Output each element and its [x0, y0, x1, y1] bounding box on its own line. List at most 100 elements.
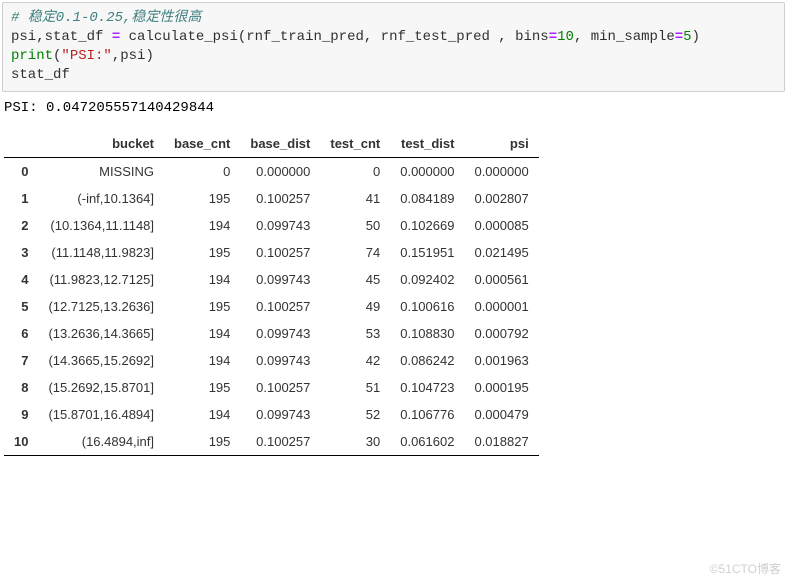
table-row: 3(11.1148,11.9823]1950.100257740.1519510… — [4, 239, 539, 266]
table-body: 0MISSING00.00000000.0000000.0000001(-inf… — [4, 157, 539, 455]
cell-base_cnt: 194 — [164, 212, 240, 239]
cell-bucket: (15.8701,16.4894] — [38, 401, 164, 428]
cell-test_cnt: 45 — [320, 266, 390, 293]
cell-bucket: MISSING — [38, 157, 164, 185]
cell-psi: 0.021495 — [464, 239, 538, 266]
cell-bucket: (-inf,10.1364] — [38, 185, 164, 212]
cell-test_cnt: 42 — [320, 347, 390, 374]
table-row: 7(14.3665,15.2692]1940.099743420.0862420… — [4, 347, 539, 374]
cell-test_cnt: 52 — [320, 401, 390, 428]
cell-test_dist: 0.084189 — [390, 185, 464, 212]
cell-psi: 0.000792 — [464, 320, 538, 347]
code-comment: # 稳定0.1-0.25,稳定性很高 — [11, 10, 201, 26]
cell-test_dist: 0.106776 — [390, 401, 464, 428]
cell-bucket: (11.9823,12.7125] — [38, 266, 164, 293]
print-builtin: print — [11, 48, 53, 64]
cell-test_cnt: 53 — [320, 320, 390, 347]
cell-base_cnt: 195 — [164, 293, 240, 320]
row-index: 3 — [4, 239, 38, 266]
cell-base_cnt: 195 — [164, 239, 240, 266]
cell-test_cnt: 51 — [320, 374, 390, 401]
table-row: 5(12.7125,13.2636]1950.100257490.1006160… — [4, 293, 539, 320]
cell-test_cnt: 0 — [320, 157, 390, 185]
row-index: 10 — [4, 428, 38, 456]
cell-base_cnt: 0 — [164, 157, 240, 185]
cell-test_dist: 0.092402 — [390, 266, 464, 293]
cell-test_cnt: 49 — [320, 293, 390, 320]
cell-bucket: (12.7125,13.2636] — [38, 293, 164, 320]
table-row: 10(16.4894,inf]1950.100257300.0616020.01… — [4, 428, 539, 456]
cell-base_dist: 0.100257 — [240, 428, 320, 456]
col-test-cnt: test_cnt — [320, 130, 390, 158]
cell-test_dist: 0.100616 — [390, 293, 464, 320]
cell-base_cnt: 194 — [164, 401, 240, 428]
cell-psi: 0.001963 — [464, 347, 538, 374]
col-base-dist: base_dist — [240, 130, 320, 158]
cell-base_cnt: 194 — [164, 266, 240, 293]
cell-psi: 0.018827 — [464, 428, 538, 456]
cell-psi: 0.000479 — [464, 401, 538, 428]
cell-base_dist: 0.099743 — [240, 320, 320, 347]
psi-string: "PSI:" — [61, 48, 111, 64]
psi-output: PSI: 0.047205557140429844 — [2, 92, 785, 130]
col-test-dist: test_dist — [390, 130, 464, 158]
cell-base_cnt: 194 — [164, 320, 240, 347]
table-head: bucket base_cnt base_dist test_cnt test_… — [4, 130, 539, 158]
row-index: 9 — [4, 401, 38, 428]
row-index: 5 — [4, 293, 38, 320]
code-line-4: stat_df — [11, 67, 70, 83]
cell-test_dist: 0.108830 — [390, 320, 464, 347]
eq-op: = — [112, 29, 120, 45]
table-row: 1(-inf,10.1364]1950.100257410.0841890.00… — [4, 185, 539, 212]
cell-base_dist: 0.100257 — [240, 239, 320, 266]
cell-psi: 0.000085 — [464, 212, 538, 239]
row-index: 8 — [4, 374, 38, 401]
cell-test_cnt: 30 — [320, 428, 390, 456]
row-index: 4 — [4, 266, 38, 293]
cell-base_cnt: 195 — [164, 185, 240, 212]
col-bucket: bucket — [38, 130, 164, 158]
code-line-2a: psi,stat_df — [11, 29, 112, 45]
col-psi: psi — [464, 130, 538, 158]
cell-test_cnt: 74 — [320, 239, 390, 266]
index-header — [4, 130, 38, 158]
code-line-3rest: ,psi) — [112, 48, 154, 64]
cell-psi: 0.000195 — [464, 374, 538, 401]
table-row: 6(13.2636,14.3665]1940.099743530.1088300… — [4, 320, 539, 347]
stat-df-table: bucket base_cnt base_dist test_cnt test_… — [4, 130, 539, 456]
cell-base_dist: 0.000000 — [240, 157, 320, 185]
row-index: 1 — [4, 185, 38, 212]
table-row: 0MISSING00.00000000.0000000.000000 — [4, 157, 539, 185]
cell-psi: 0.000001 — [464, 293, 538, 320]
code-line-2b: calculate_psi(rnf_train_pred, rnf_test_p… — [120, 29, 548, 45]
cell-psi: 0.000561 — [464, 266, 538, 293]
cell-test_dist: 0.151951 — [390, 239, 464, 266]
cell-test_dist: 0.102669 — [390, 212, 464, 239]
cell-base_cnt: 195 — [164, 428, 240, 456]
row-index: 0 — [4, 157, 38, 185]
cell-base_cnt: 194 — [164, 347, 240, 374]
cell-bucket: (13.2636,14.3665] — [38, 320, 164, 347]
code-cell: # 稳定0.1-0.25,稳定性很高 psi,stat_df = calcula… — [2, 2, 785, 92]
cell-bucket: (14.3665,15.2692] — [38, 347, 164, 374]
row-index: 7 — [4, 347, 38, 374]
table-row: 2(10.1364,11.1148]1940.099743500.1026690… — [4, 212, 539, 239]
cell-bucket: (10.1364,11.1148] — [38, 212, 164, 239]
eq-op: = — [549, 29, 557, 45]
cell-base_dist: 0.099743 — [240, 347, 320, 374]
table-row: 4(11.9823,12.7125]1940.099743450.0924020… — [4, 266, 539, 293]
cell-bucket: (11.1148,11.9823] — [38, 239, 164, 266]
code-line-2d: ) — [692, 29, 700, 45]
cell-base_dist: 0.099743 — [240, 401, 320, 428]
cell-base_cnt: 195 — [164, 374, 240, 401]
row-index: 2 — [4, 212, 38, 239]
code-line-2c: , min_sample — [574, 29, 675, 45]
cell-base_dist: 0.100257 — [240, 374, 320, 401]
cell-psi: 0.000000 — [464, 157, 538, 185]
num-10: 10 — [557, 29, 574, 45]
cell-base_dist: 0.099743 — [240, 212, 320, 239]
row-index: 6 — [4, 320, 38, 347]
cell-base_dist: 0.100257 — [240, 185, 320, 212]
cell-test_dist: 0.061602 — [390, 428, 464, 456]
cell-test_dist: 0.104723 — [390, 374, 464, 401]
